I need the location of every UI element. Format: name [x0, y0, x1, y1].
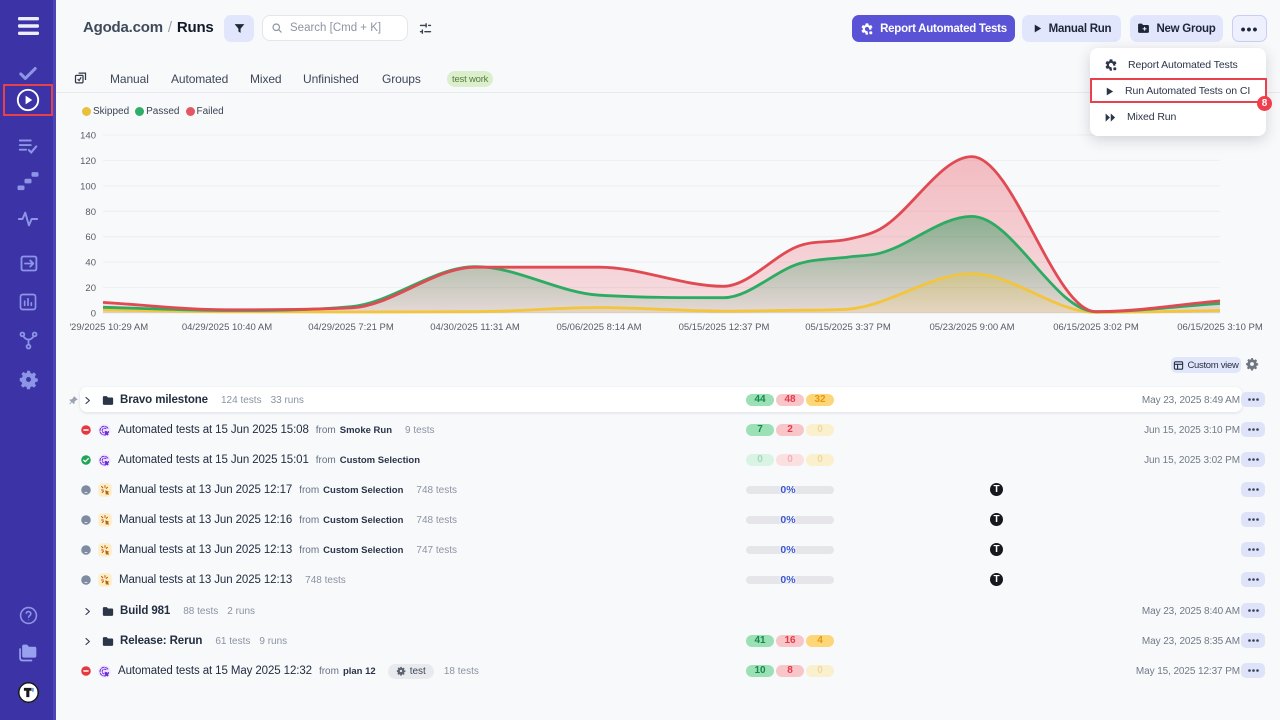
svg-text:140: 140	[80, 131, 96, 142]
svg-text:60: 60	[85, 232, 96, 243]
svg-text:20: 20	[85, 283, 96, 294]
svg-text:40: 40	[85, 258, 96, 269]
svg-text:80: 80	[85, 207, 96, 218]
svg-text:04/29/2025 7:21 PM: 04/29/2025 7:21 PM	[308, 322, 394, 333]
svg-text:05/23/2025 9:00 AM: 05/23/2025 9:00 AM	[929, 322, 1014, 333]
svg-text:100: 100	[80, 181, 96, 192]
svg-text:05/15/2025 12:37 PM: 05/15/2025 12:37 PM	[679, 322, 770, 333]
svg-text:04/30/2025 11:31 AM: 04/30/2025 11:31 AM	[430, 322, 520, 333]
svg-text:0: 0	[91, 309, 96, 320]
svg-text:05/06/2025 8:14 AM: 05/06/2025 8:14 AM	[556, 322, 641, 333]
svg-text:120: 120	[80, 156, 96, 167]
svg-text:05/15/2025 3:37 PM: 05/15/2025 3:37 PM	[805, 322, 891, 333]
svg-text:06/15/2025 3:02 PM: 06/15/2025 3:02 PM	[1053, 322, 1139, 333]
svg-text:04/29/2025 10:40 AM: 04/29/2025 10:40 AM	[182, 322, 272, 333]
svg-text:06/15/2025 3:10 PM: 06/15/2025 3:10 PM	[1177, 322, 1263, 333]
svg-text:04/29/2025 10:29 AM: 04/29/2025 10:29 AM	[70, 322, 148, 333]
